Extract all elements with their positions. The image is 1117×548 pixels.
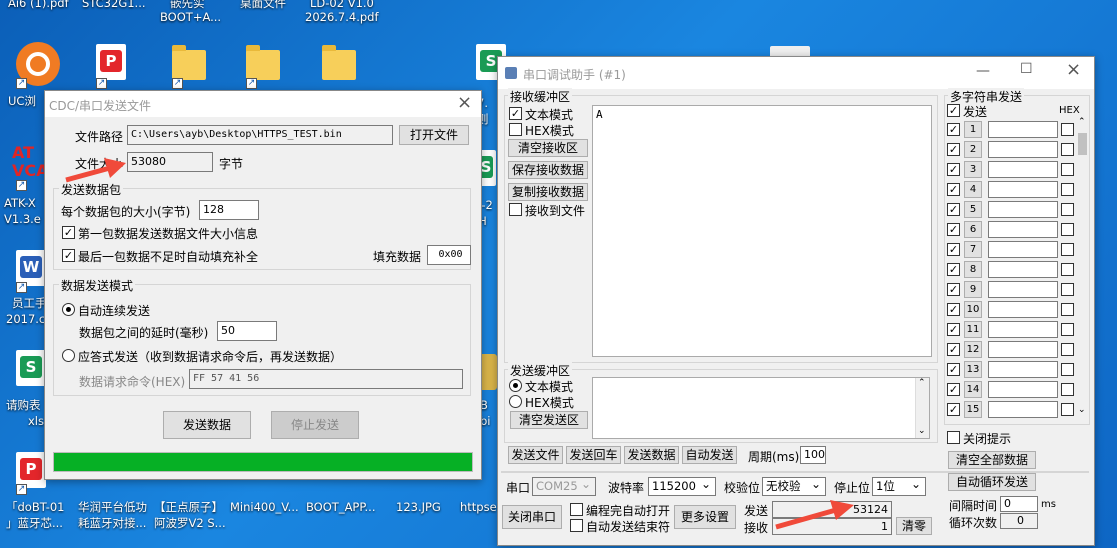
annotation-layer (65, 158, 854, 530)
red-arrow-icon (775, 500, 854, 530)
red-arrow-icon (65, 158, 126, 183)
